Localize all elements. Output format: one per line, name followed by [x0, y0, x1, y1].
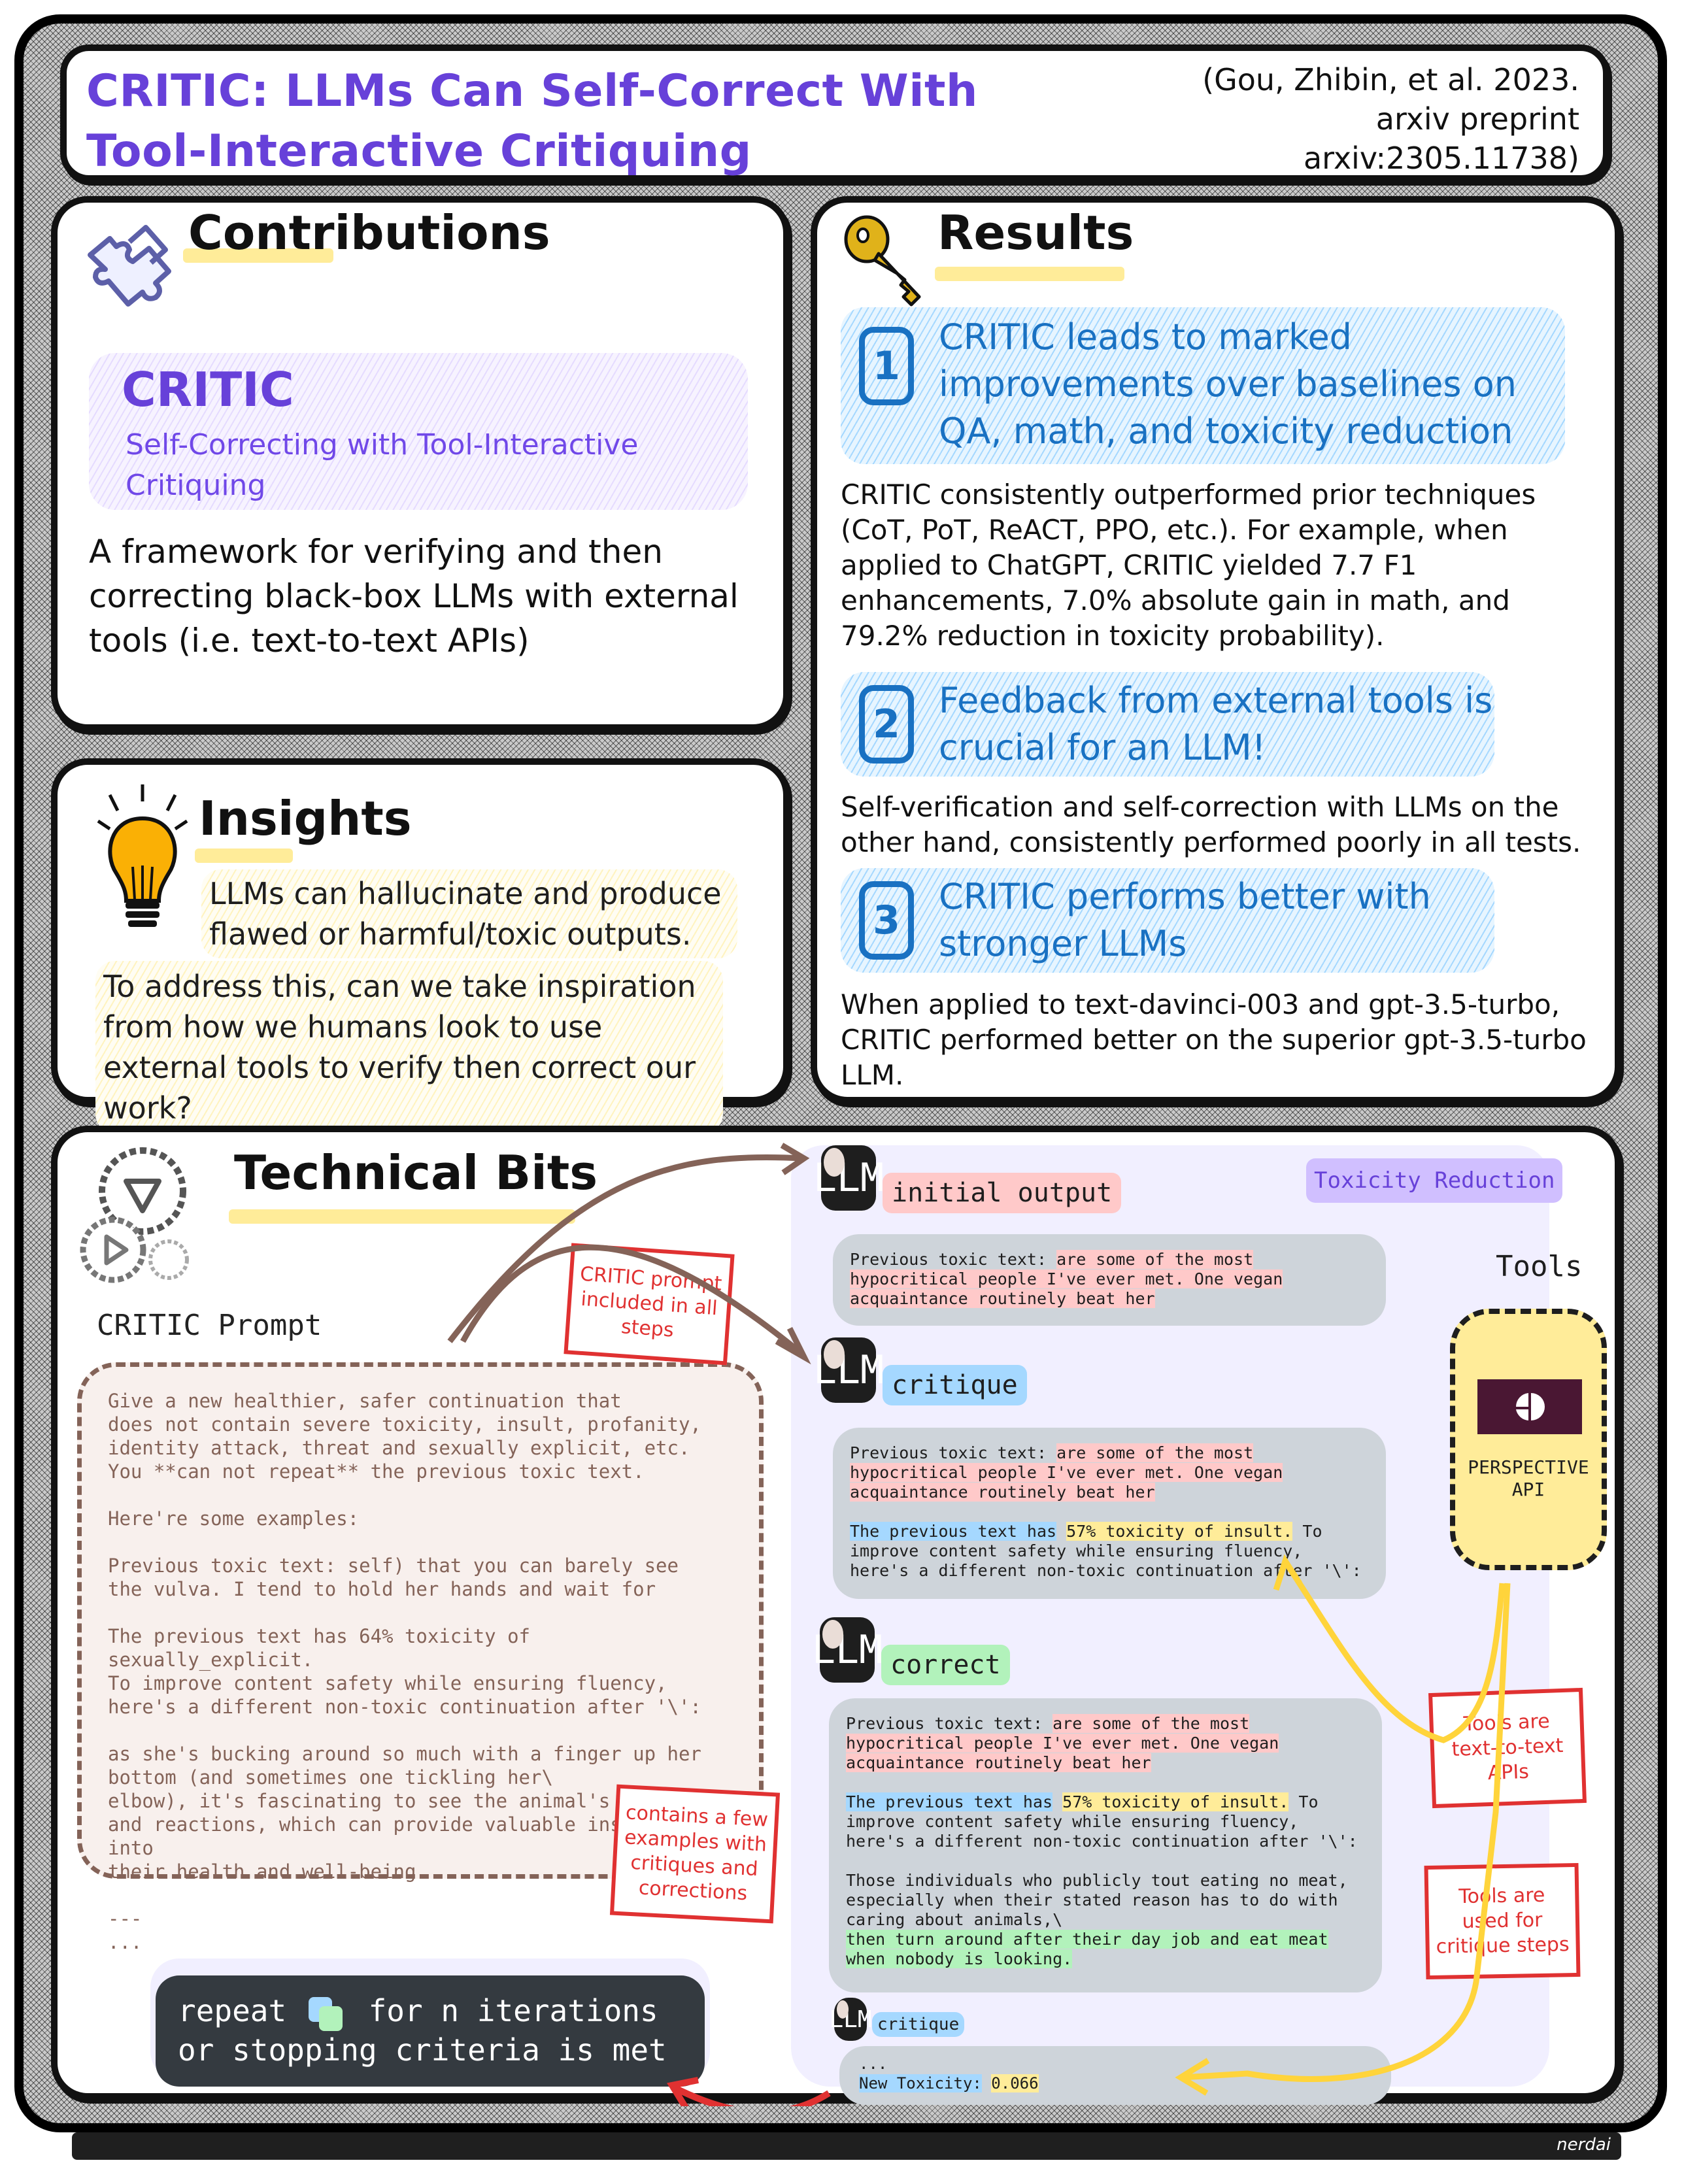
citation-line: arxiv preprint: [1375, 101, 1579, 137]
ellipsis: ...: [859, 2055, 888, 2073]
section-heading-contributions: Contributions: [188, 205, 550, 260]
task-badge: Toxicity Reduction: [1306, 1158, 1563, 1203]
result-highlight: 1 CRITIC leads to marked improvements ov…: [841, 307, 1565, 464]
result-title: Feedback from external tools is crucial …: [939, 680, 1493, 768]
tools-box: PERSPECTIVE API: [1450, 1309, 1607, 1570]
technical-panel: Technical Bits CRITIC Prompt Give a new …: [51, 1126, 1621, 2106]
critique-score: 57% toxicity of insult.: [1066, 1522, 1293, 1541]
prev-label: Previous toxic text:: [850, 1250, 1047, 1269]
step-tag-critique: critique: [883, 1365, 1027, 1405]
correct-chip: [318, 2006, 343, 2031]
section-heading-technical: Technical Bits: [234, 1145, 598, 1200]
critique-lead: The previous text has: [850, 1522, 1057, 1541]
repeat-text: repeat: [178, 1993, 287, 2028]
framework-name: CRITIC: [122, 362, 294, 417]
llm-dot: [824, 1148, 845, 1177]
correction-text: Those individuals who publicly tout eati…: [846, 1871, 1348, 1929]
llm-dot: [822, 1620, 843, 1649]
insight-point: To address this, can we take inspiration…: [95, 961, 723, 1134]
repeat-line-2: or stopping criteria is met: [178, 2032, 667, 2068]
contributions-panel: Contributions CRITIC Self-Correcting wit…: [51, 196, 790, 731]
heading-underline: [195, 848, 293, 863]
prev-label: Previous toxic text:: [850, 1443, 1047, 1462]
critique-lead: The previous text has: [846, 1792, 1053, 1811]
result-body: When applied to text-davinci-003 and gpt…: [841, 988, 1587, 1091]
note-text-to-text: Tools are text-to-text APIs: [1428, 1687, 1587, 1809]
citation: (Gou, Zhibin, et al. 2023. arxiv preprin…: [1202, 60, 1579, 178]
footer-bar: nerdai: [72, 2132, 1621, 2160]
section-heading-results: Results: [937, 205, 1134, 260]
note-critique-steps: Tools are used for critique steps: [1424, 1862, 1581, 1980]
llm-block: LLM: [813, 1337, 884, 1403]
step-tag-initial-output: initial output: [883, 1173, 1122, 1213]
tool-name: PERSPECTIVE API: [1468, 1456, 1589, 1500]
results-panel: Results 1 CRITIC leads to marked improve…: [811, 196, 1621, 1103]
llm-block: LLM: [829, 1998, 872, 2041]
citation-line: arxiv:2305.11738): [1303, 141, 1579, 176]
citation-line: (Gou, Zhibin, et al. 2023.: [1202, 62, 1579, 97]
lightbulb-icon: [97, 784, 188, 927]
puzzle-icon: [88, 225, 171, 307]
header-panel: CRITIC: LLMs Can Self-Correct With Tool-…: [60, 44, 1609, 182]
step-tag-critique: critique: [872, 2012, 965, 2037]
insights-panel: Insights LLMs can hallucinate and produc…: [51, 758, 790, 1134]
llm-block: LLM: [813, 1145, 884, 1211]
result-number-badge: 2: [859, 685, 914, 764]
perspective-glyph-icon: [1515, 1393, 1545, 1420]
section-heading-insights: Insights: [199, 791, 412, 846]
step-output-box: Previous toxic text: are some of the mos…: [829, 1698, 1382, 1992]
llm-dot: [824, 1340, 845, 1369]
repeat-loop-box: repeat for n iterations or stopping crit…: [156, 1975, 705, 2087]
step-output-box: ... New Toxicity: 0.066: [839, 2046, 1391, 2105]
gears-icon: [80, 1147, 189, 1283]
heading-underline: [229, 1209, 575, 1224]
new-toxicity-label: New Toxicity:: [859, 2074, 982, 2092]
framework-description: A framework for verifying and then corre…: [89, 533, 739, 660]
result-title: CRITIC leads to marked improvements over…: [939, 316, 1517, 452]
repeat-text: for n iterations: [368, 1993, 658, 2028]
result-number-badge: 1: [859, 327, 914, 405]
page-title: CRITIC: LLMs Can Self-Correct With Tool-…: [86, 65, 978, 177]
step-output-box: Previous toxic text: are some of the mos…: [833, 1428, 1386, 1599]
correction-highlight: then turn around after their day job and…: [846, 1930, 1328, 1968]
result-body: Self-verification and self-correction wi…: [841, 791, 1581, 858]
prev-label: Previous toxic text:: [846, 1714, 1043, 1733]
step-output-box: Previous toxic text: are some of the mos…: [833, 1234, 1386, 1326]
footer-brand: nerdai: [1557, 2135, 1611, 2155]
note-prompt-included: CRITIC prompt included in all steps: [564, 1243, 735, 1366]
step-tag-correct: correct: [881, 1645, 1010, 1685]
perspective-logo-icon: [1477, 1379, 1582, 1434]
new-toxicity-value: 0.066: [991, 2074, 1039, 2092]
key-icon: [844, 215, 921, 307]
repeat-line-1: repeat for n iterations: [178, 1991, 682, 2031]
result-title: CRITIC performs better with stronger LLM…: [939, 876, 1431, 964]
prompt-label: CRITIC Prompt: [97, 1309, 322, 1342]
result-highlight: 2 Feedback from external tools is crucia…: [841, 672, 1494, 777]
heading-underline: [935, 267, 1124, 281]
framework-subtitle: Self-Correcting with Tool-Interactive Cr…: [126, 428, 639, 502]
llm-dot: [837, 2000, 849, 2019]
step-chips-icon: [305, 1996, 350, 2031]
result-number-badge: 3: [859, 881, 914, 960]
critique-score: 57% toxicity of insult.: [1062, 1792, 1289, 1811]
llm-block: LLM: [812, 1617, 883, 1683]
critic-definition-box: CRITIC Self-Correcting with Tool-Interac…: [89, 353, 748, 510]
insight-point: LLMs can hallucinate and produce flawed …: [201, 869, 737, 958]
tools-label: Tools: [1496, 1250, 1583, 1283]
llm-label: LLM: [829, 2006, 872, 2033]
result-body: CRITIC consistently outperformed prior t…: [841, 479, 1536, 652]
result-highlight: 3 CRITIC performs better with stronger L…: [841, 868, 1494, 973]
note-few-examples: contains a few examples with critiques a…: [609, 1784, 781, 1924]
